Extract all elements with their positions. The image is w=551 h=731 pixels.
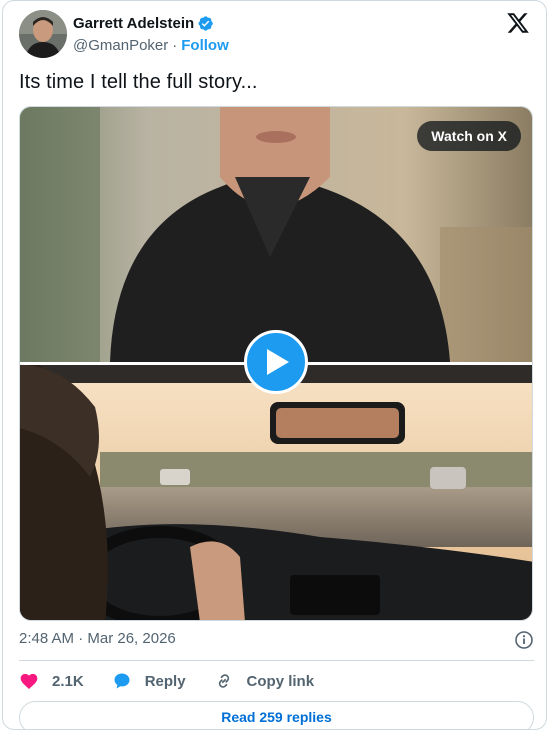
reply-button[interactable]: Reply	[112, 671, 186, 691]
read-replies-button[interactable]: Read 259 replies	[19, 701, 534, 729]
info-icon[interactable]	[514, 630, 534, 650]
link-icon	[218, 674, 229, 688]
tweet-timestamp[interactable]: 2:48 AM · Mar 26, 2026	[19, 630, 176, 647]
author-display-name[interactable]: Garrett Adelstein	[73, 15, 194, 32]
timestamp-row: 2:48 AM · Mar 26, 2026	[19, 630, 534, 650]
tweet-header: Garrett Adelstein @GmanPoker · Follow	[19, 9, 534, 59]
x-logo-icon[interactable]	[506, 11, 530, 35]
separator-dot: ·	[172, 37, 178, 54]
play-icon	[267, 349, 289, 375]
play-button[interactable]	[244, 330, 308, 394]
author-handle[interactable]: @GmanPoker	[73, 37, 168, 54]
like-button[interactable]: 2.1K	[19, 671, 84, 691]
reply-label: Reply	[144, 672, 186, 690]
tweet-embed-card: Garrett Adelstein @GmanPoker · Follow It…	[2, 0, 547, 730]
heart-icon	[20, 673, 38, 689]
tweet-text: Its time I tell the full story...	[19, 71, 258, 93]
divider	[19, 660, 534, 661]
video-player[interactable]: Watch on X	[19, 106, 533, 621]
author-info: Garrett Adelstein @GmanPoker · Follow	[73, 14, 229, 55]
tweet-actions: 2.1K Reply Copy link	[19, 670, 342, 692]
verified-badge-icon	[198, 15, 213, 31]
copy-link-label: Copy link	[246, 672, 315, 690]
reply-bubble-icon	[114, 673, 130, 689]
copy-link-button[interactable]: Copy link	[214, 671, 315, 691]
like-count: 2.1K	[52, 672, 84, 690]
watch-on-x-button[interactable]: Watch on X	[417, 121, 521, 151]
follow-link[interactable]: Follow	[181, 37, 229, 54]
avatar[interactable]	[19, 10, 67, 58]
